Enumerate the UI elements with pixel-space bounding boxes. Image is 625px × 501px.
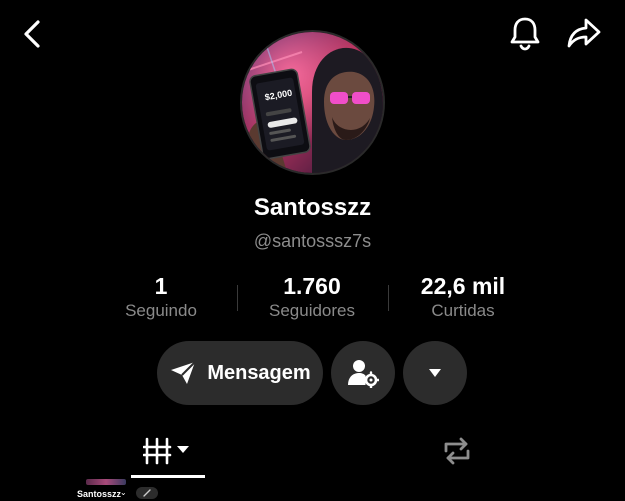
bell-icon bbox=[510, 17, 540, 51]
stat-followers-label: Seguidores bbox=[268, 301, 356, 320]
grid-icon bbox=[143, 437, 189, 465]
stat-likes[interactable]: 22,6 mil Curtidas bbox=[421, 272, 505, 322]
follow-settings-button[interactable] bbox=[331, 341, 395, 405]
profile-username: @santosssz7s bbox=[253, 231, 372, 251]
share-arrow-icon bbox=[567, 18, 601, 48]
stat-likes-label: Curtidas bbox=[431, 301, 495, 320]
avatar-image: $2,000 bbox=[242, 32, 383, 173]
user-settings-icon bbox=[348, 360, 379, 388]
mini-thumbnail bbox=[86, 479, 126, 485]
edit-button[interactable] bbox=[136, 487, 158, 499]
repost-icon bbox=[444, 437, 470, 465]
stat-divider bbox=[237, 285, 238, 311]
tab-videos[interactable] bbox=[131, 425, 205, 477]
tab-reposts[interactable] bbox=[420, 425, 494, 477]
stat-followers-value: 1.760 bbox=[283, 273, 341, 299]
notifications-button[interactable] bbox=[504, 12, 546, 54]
chevron-down-icon: ⌄ bbox=[120, 488, 127, 497]
profile-avatar[interactable]: $2,000 bbox=[240, 30, 385, 175]
pencil-icon bbox=[143, 489, 151, 497]
chevron-left-icon bbox=[24, 20, 40, 48]
paper-plane-icon bbox=[171, 361, 197, 384]
stat-following-label: Seguindo bbox=[125, 301, 197, 320]
message-button[interactable]: Mensagem bbox=[157, 341, 323, 405]
stat-likes-value: 22,6 mil bbox=[420, 273, 506, 299]
active-tab-indicator bbox=[131, 475, 205, 478]
stat-following-value: 1 bbox=[154, 273, 168, 299]
message-button-label: Mensagem bbox=[207, 361, 311, 384]
share-button[interactable] bbox=[563, 12, 605, 54]
stat-following[interactable]: 1 Seguindo bbox=[125, 272, 197, 322]
more-options-button[interactable] bbox=[403, 341, 467, 405]
mini-profile-name: Santosszz bbox=[77, 489, 122, 499]
caret-down-icon bbox=[429, 369, 441, 377]
stat-followers[interactable]: 1.760 Seguidores bbox=[269, 272, 355, 322]
stat-divider bbox=[388, 285, 389, 311]
profile-display-name: Santosszz bbox=[253, 194, 372, 221]
back-button[interactable] bbox=[12, 14, 52, 54]
